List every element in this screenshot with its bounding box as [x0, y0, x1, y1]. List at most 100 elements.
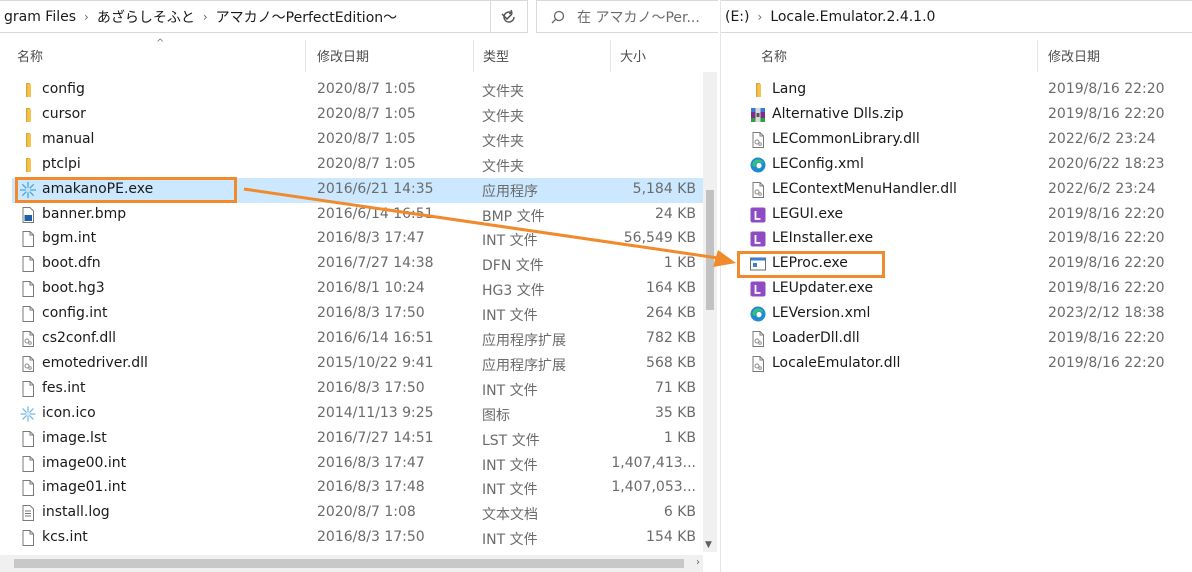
- breadcrumb-program-files[interactable]: gram Files: [0, 9, 80, 25]
- column-header-date[interactable]: 修改日期: [317, 40, 369, 70]
- file-row[interactable]: Lang 2019/8/16 22:20: [731, 78, 1183, 103]
- sort-ascending-icon: ^: [156, 38, 165, 49]
- search-input[interactable]: 在 アマカノ～Per...: [536, 0, 718, 33]
- file-row[interactable]: emotedriver.dll 2015/10/22 9:41 应用程序扩展 568 …: [12, 352, 704, 377]
- file-row[interactable]: ptclpi 2020/8/7 1:05 文件夹: [12, 153, 704, 178]
- file-modified-date: 2020/6/22 18:23: [1048, 155, 1165, 172]
- column-header-date[interactable]: 修改日期: [1048, 40, 1100, 70]
- scrollbar-thumb[interactable]: [706, 190, 714, 310]
- file-name: LoaderDll.dll: [772, 330, 860, 346]
- file-row[interactable]: boot.hg3 2016/8/1 10:24 HG3 文件 164 KB: [12, 277, 704, 302]
- horizontal-scrollbar[interactable]: ›: [0, 555, 703, 572]
- file-size: 1,407,053...: [611, 479, 696, 496]
- file-type: 图标: [482, 407, 510, 424]
- address-bar[interactable]: (E:) › Locale.Emulator.2.4.1.0: [721, 0, 1192, 33]
- file-modified-date: 2019/8/16 22:20: [1048, 230, 1165, 247]
- file-size: 71 KB: [654, 379, 696, 396]
- column-divider[interactable]: [473, 40, 474, 72]
- column-header-type[interactable]: 类型: [483, 40, 509, 70]
- file-type: 应用程序扩展: [482, 357, 566, 374]
- column-header-name[interactable]: 名称: [761, 40, 787, 70]
- column-header-size[interactable]: 大小: [620, 40, 646, 70]
- file-row[interactable]: LEContextMenuHandler.dll 2022/6/2 23:24: [731, 178, 1183, 203]
- file-row[interactable]: config 2020/8/7 1:05 文件夹: [12, 78, 704, 103]
- file-row[interactable]: image01.int 2016/8/3 17:48 INT 文件 1,407,053…: [12, 476, 704, 501]
- file-row[interactable]: install.log 2020/8/7 1:08 文本文档 6 KB: [12, 501, 704, 526]
- file-name: LEGUI.exe: [772, 205, 844, 222]
- file-type: 文件夹: [482, 158, 524, 175]
- file-row[interactable]: LEUpdater.exe 2019/8/16 22:20: [731, 277, 1183, 302]
- file-name: ptclpi: [42, 155, 81, 172]
- scroll-right-icon[interactable]: ›: [696, 557, 700, 568]
- chevron-right-icon[interactable]: ›: [754, 10, 767, 24]
- file-name: LEInstaller.exe: [772, 230, 874, 247]
- chevron-right-icon[interactable]: ›: [80, 10, 93, 24]
- file-modified-date: 2016/8/3 17:47: [317, 230, 425, 247]
- file-type: 文件夹: [482, 108, 524, 125]
- column-divider[interactable]: [1037, 40, 1038, 72]
- le-app-icon: [749, 230, 767, 248]
- file-name: LEVersion.xml: [772, 305, 871, 322]
- file-modified-date: 2016/8/1 10:24: [317, 280, 425, 297]
- file-row[interactable]: LECommonLibrary.dll 2022/6/2 23:24: [731, 128, 1183, 153]
- refresh-button[interactable]: [490, 0, 526, 33]
- file-modified-date: 2019/8/16 22:20: [1048, 280, 1165, 297]
- dll-icon: [749, 181, 767, 199]
- folder-icon: [19, 81, 37, 99]
- file-row[interactable]: bgm.int 2016/8/3 17:47 INT 文件 56,549 KB: [12, 227, 704, 252]
- zip-archive-icon: [749, 106, 767, 124]
- file-row[interactable]: LoaderDll.dll 2019/8/16 22:20: [731, 327, 1183, 352]
- file-modified-date: 2016/8/3 17:50: [317, 305, 425, 322]
- breadcrumb-locale-emulator[interactable]: Locale.Emulator.2.4.1.0: [766, 9, 939, 25]
- file-icon: [19, 455, 37, 473]
- column-header-name[interactable]: 名称: [17, 40, 43, 70]
- file-row[interactable]: boot.dfn 2016/7/27 14:38 DFN 文件 1 KB: [12, 252, 704, 277]
- file-row[interactable]: kcs.int 2016/8/3 17:50 INT 文件 154 KB: [12, 526, 704, 551]
- file-row[interactable]: LocaleEmulator.dll 2019/8/16 22:20: [731, 352, 1183, 377]
- file-row[interactable]: cursor 2020/8/7 1:05 文件夹: [12, 103, 704, 128]
- file-modified-date: 2016/7/27 14:38: [317, 255, 434, 272]
- column-divider[interactable]: [305, 40, 306, 72]
- ico-icon: [19, 405, 37, 423]
- file-row[interactable]: fes.int 2016/8/3 17:50 INT 文件 71 KB: [12, 377, 704, 402]
- file-size: 24 KB: [654, 205, 696, 222]
- file-name: LEUpdater.exe: [772, 280, 874, 297]
- file-type: 文件夹: [482, 133, 524, 150]
- file-modified-date: 2019/8/16 22:20: [1048, 205, 1165, 222]
- file-modified-date: 2016/8/3 17:48: [317, 479, 425, 496]
- file-row[interactable]: LEVersion.xml 2023/2/12 18:38: [731, 302, 1183, 327]
- file-row[interactable]: LEGUI.exe 2019/8/16 22:20: [731, 203, 1183, 228]
- file-row[interactable]: image00.int 2016/8/3 17:47 INT 文件 1,407,413…: [12, 452, 704, 477]
- scroll-down-icon[interactable]: ▼: [705, 540, 712, 550]
- file-row[interactable]: LEInstaller.exe 2019/8/16 22:20: [731, 227, 1183, 252]
- file-modified-date: 2015/10/22 9:41: [317, 354, 434, 371]
- file-size: 164 KB: [646, 280, 696, 297]
- file-row[interactable]: config.int 2016/8/3 17:50 INT 文件 264 KB: [12, 302, 704, 327]
- breadcrumb-azarashisoft[interactable]: あざらしそふと: [93, 7, 199, 27]
- file-name: cursor: [42, 105, 86, 122]
- file-modified-date: 2016/6/14 16:51: [317, 330, 434, 346]
- file-modified-date: 2020/8/7 1:05: [317, 81, 416, 97]
- column-divider[interactable]: [610, 40, 611, 72]
- chevron-right-icon[interactable]: ›: [199, 10, 212, 24]
- file-name: LECommonLibrary.dll: [772, 130, 920, 147]
- file-name: LEConfig.xml: [772, 155, 864, 172]
- scrollbar-thumb[interactable]: [14, 559, 684, 568]
- file-name: cs2conf.dll: [42, 330, 117, 346]
- file-row[interactable]: manual 2020/8/7 1:05 文件夹: [12, 128, 704, 153]
- file-icon: [19, 430, 37, 448]
- breadcrumb-drive-e[interactable]: (E:): [721, 9, 754, 25]
- file-name: banner.bmp: [42, 205, 127, 222]
- file-row[interactable]: cs2conf.dll 2016/6/14 16:51 应用程序扩展 782 KB: [12, 327, 704, 352]
- folder-icon: [19, 131, 37, 149]
- file-row[interactable]: banner.bmp 2016/6/14 16:51 BMP 文件 24 KB: [12, 203, 704, 228]
- file-row[interactable]: LEConfig.xml 2020/6/22 18:23: [731, 153, 1183, 178]
- file-name: boot.hg3: [42, 280, 105, 297]
- breadcrumb-amakano-folder[interactable]: アマカノ～PerfectEdition～: [212, 7, 401, 27]
- file-size: 35 KB: [654, 404, 696, 421]
- vertical-scrollbar[interactable]: ▼: [703, 72, 717, 552]
- file-row[interactable]: Alternative Dlls.zip 2019/8/16 22:20: [731, 103, 1183, 128]
- file-row[interactable]: image.lst 2016/7/27 14:51 LST 文件 1 KB: [12, 427, 704, 452]
- address-bar[interactable]: gram Files › あざらしそふと › アマカノ～PerfectEditi…: [0, 0, 528, 33]
- file-row[interactable]: icon.ico 2014/11/13 9:25 图标 35 KB: [12, 402, 704, 427]
